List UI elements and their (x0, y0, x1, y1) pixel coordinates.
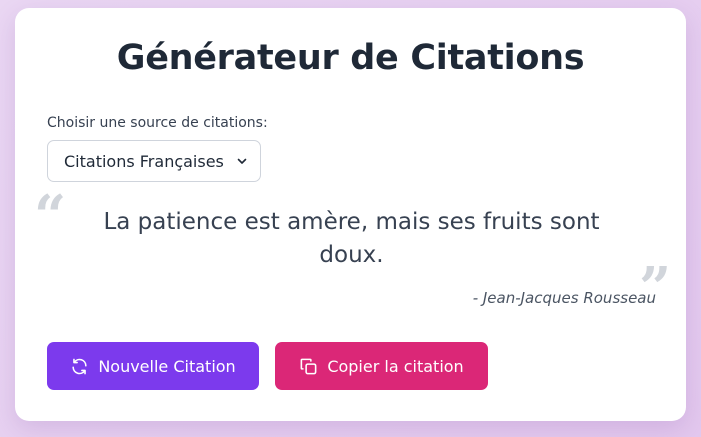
quote-card: Générateur de Citations Choisir une sour… (15, 8, 686, 421)
copy-quote-label: Copier la citation (327, 356, 464, 376)
source-select-value: Citations Françaises (64, 151, 224, 171)
open-quote-mark: “ (34, 183, 67, 249)
chevron-down-icon (237, 158, 247, 164)
copy-quote-button[interactable]: Copier la citation (275, 342, 488, 390)
quote-text: La patience est amère, mais ses fruits s… (103, 209, 600, 268)
refresh-icon (72, 358, 87, 374)
source-select[interactable]: Citations Françaises (47, 140, 261, 182)
copy-icon (300, 358, 317, 374)
close-quote-mark: ” (639, 255, 672, 321)
source-select-label: Choisir une source de citations: (47, 115, 268, 131)
quote-author: - Jean-Jacques Rousseau (472, 289, 656, 307)
page-title: Générateur de Citations (116, 38, 585, 78)
new-quote-button[interactable]: Nouvelle Citation (47, 342, 259, 390)
new-quote-label: Nouvelle Citation (98, 356, 236, 376)
